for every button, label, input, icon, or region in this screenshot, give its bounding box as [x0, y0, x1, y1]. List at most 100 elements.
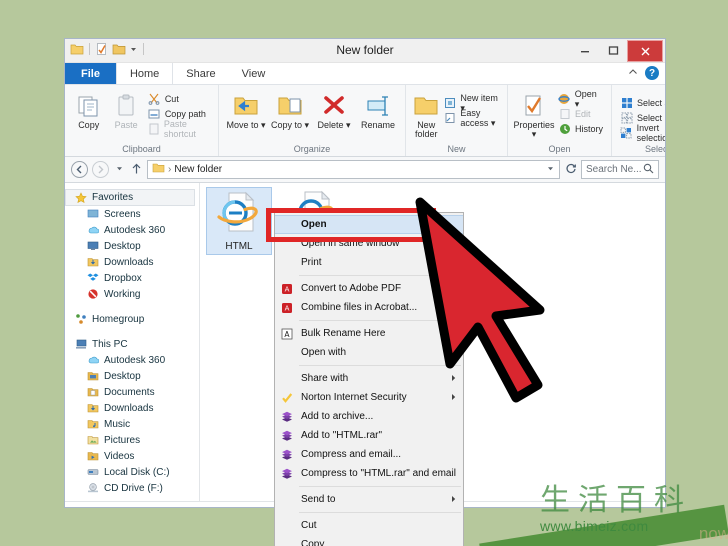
search-icon[interactable]	[643, 163, 654, 177]
sidebar-item-dropbox[interactable]: Dropbox	[65, 270, 199, 286]
adobe-pdf-icon: A	[280, 282, 294, 296]
copy-icon	[76, 92, 102, 120]
sidebar-item-videos[interactable]: Videos	[65, 448, 199, 464]
menu-label: Add to archive...	[301, 411, 374, 422]
autodesk-icon	[87, 354, 100, 366]
winrar-icon	[280, 467, 294, 481]
select-all-button[interactable]: Select all	[618, 96, 665, 110]
copy-to-button[interactable]: Copy to ▾	[269, 90, 311, 130]
easy-access-icon	[444, 112, 456, 125]
sidebar-item-pc-desktop[interactable]: Desktop	[65, 368, 199, 384]
menu-item-copy[interactable]: Copy	[275, 535, 463, 546]
address-input[interactable]: › New folder	[147, 160, 560, 179]
history-icon	[558, 123, 571, 136]
sidebar-item-music[interactable]: Music	[65, 416, 199, 432]
sidebar-item-documents[interactable]: Documents	[65, 384, 199, 400]
sidebar-label: Desktop	[104, 370, 141, 382]
watermark-chinese: 生 活 百 科	[540, 486, 728, 516]
tab-home[interactable]: Home	[115, 63, 174, 84]
select-none-label: Select none	[637, 113, 665, 123]
menu-item-add-to-html-rar[interactable]: Add to "HTML.rar"	[275, 426, 463, 445]
menu-label: Add to "HTML.rar"	[301, 430, 383, 441]
close-button[interactable]	[627, 40, 663, 62]
refresh-icon[interactable]	[564, 163, 577, 177]
menu-item-compress-to-html-rar-and-email[interactable]: Compress to "HTML.rar" and email	[275, 464, 463, 483]
menu-label: Compress to "HTML.rar" and email	[301, 468, 456, 479]
up-arrow-icon[interactable]	[130, 163, 143, 177]
easy-access-button[interactable]: Easy access ▾	[442, 108, 501, 128]
sidebar-label: Favorites	[92, 192, 134, 203]
winrar-icon	[280, 448, 294, 462]
svg-text:A: A	[285, 285, 290, 293]
menu-item-compress-and-email[interactable]: Compress and email...	[275, 445, 463, 464]
sidebar-label: This PC	[92, 338, 128, 350]
cut-label: Cut	[164, 94, 179, 104]
navigation-pane[interactable]: Favorites Screens Autodesk 360 Desktop D…	[65, 183, 200, 501]
menu-label: Print	[301, 257, 322, 268]
new-folder-label: New folder	[414, 120, 438, 140]
sidebar-item-autodesk-360[interactable]: Autodesk 360	[65, 222, 199, 238]
menu-label: Compress and email...	[301, 449, 402, 460]
maximize-button[interactable]	[599, 39, 627, 61]
sidebar-item-pc-downloads[interactable]: Downloads	[65, 400, 199, 416]
tab-view[interactable]: View	[229, 63, 279, 84]
properties-label: Properties ▾	[513, 120, 555, 140]
sidebar-label: Working	[104, 288, 141, 300]
chevron-up-icon[interactable]	[628, 68, 638, 78]
sidebar-item-working[interactable]: Working	[65, 286, 199, 302]
open-button[interactable]: Open ▾	[556, 89, 605, 109]
sidebar-item-pc-autodesk-360[interactable]: Autodesk 360	[65, 352, 199, 368]
sidebar-item-homegroup[interactable]: Homegroup	[65, 311, 199, 327]
breadcrumb-path[interactable]: New folder	[174, 164, 222, 175]
properties-button[interactable]: Properties ▾	[513, 90, 555, 140]
winrar-icon	[280, 410, 294, 424]
invert-selection-button[interactable]: Invert selection	[618, 123, 665, 143]
tab-file[interactable]: File	[65, 63, 116, 84]
new-folder-button[interactable]: New folder	[412, 90, 440, 140]
select-none-icon	[620, 112, 633, 125]
back-arrow-icon[interactable]	[71, 161, 88, 178]
sidebar-item-downloads[interactable]: Downloads	[65, 254, 199, 270]
sidebar-item-desktop[interactable]: Desktop	[65, 238, 199, 254]
minimize-button[interactable]	[571, 39, 599, 61]
ribbon: Copy Paste Cut Copy path Paste shortcut …	[65, 85, 665, 157]
chevron-down-icon[interactable]	[546, 164, 555, 176]
group-label-select: Select	[645, 144, 665, 154]
sidebar-item-cd-drive-f[interactable]: CD Drive (F:)	[65, 480, 199, 496]
red-pointer-arrow	[408, 192, 553, 412]
rename-button[interactable]: Rename	[357, 90, 399, 130]
sidebar-item-local-disk-c[interactable]: Local Disk (C:)	[65, 464, 199, 480]
star-icon	[75, 191, 87, 204]
menu-item-cut[interactable]: Cut	[275, 516, 463, 535]
menu-label: Send to	[301, 494, 336, 505]
tab-share[interactable]: Share	[173, 63, 228, 84]
sidebar-item-this-pc[interactable]: This PC	[65, 336, 199, 352]
sidebar-label: Homegroup	[92, 313, 145, 325]
menu-item-send-to[interactable]: Send to	[275, 490, 463, 509]
paste-shortcut-button[interactable]: Paste shortcut	[146, 119, 212, 139]
forward-arrow-icon[interactable]	[92, 161, 109, 178]
copy-button[interactable]: Copy	[71, 90, 106, 130]
window-controls[interactable]	[571, 39, 665, 63]
sidebar-label: Local Disk (C:)	[104, 466, 170, 478]
easy-access-label: Easy access ▾	[460, 107, 496, 128]
sidebar-item-favorites[interactable]: Favorites	[65, 189, 195, 206]
cut-button[interactable]: Cut	[146, 92, 212, 106]
delete-button[interactable]: Delete ▾	[313, 90, 355, 130]
file-item-html[interactable]: HTML	[206, 187, 272, 255]
ribbon-group-select: Select all Select none Invert selection	[611, 85, 665, 156]
new-folder-icon	[412, 92, 440, 120]
sidebar-item-pictures[interactable]: Pictures	[65, 432, 199, 448]
paste-button[interactable]: Paste	[108, 90, 143, 130]
help-icon[interactable]: ?	[645, 66, 659, 80]
search-input[interactable]: Search Ne...	[581, 160, 659, 179]
sidebar-item-screens[interactable]: Screens	[65, 206, 199, 222]
downloads-icon	[87, 256, 99, 268]
ribbon-tabs[interactable]: File Home Share View ?	[65, 63, 665, 85]
breadcrumb-separator: ›	[168, 164, 172, 175]
move-to-button[interactable]: Move to ▾	[225, 90, 267, 130]
history-button[interactable]: History	[556, 122, 605, 136]
edit-button[interactable]: Edit	[556, 107, 605, 121]
recent-locations-icon[interactable]	[113, 164, 126, 175]
